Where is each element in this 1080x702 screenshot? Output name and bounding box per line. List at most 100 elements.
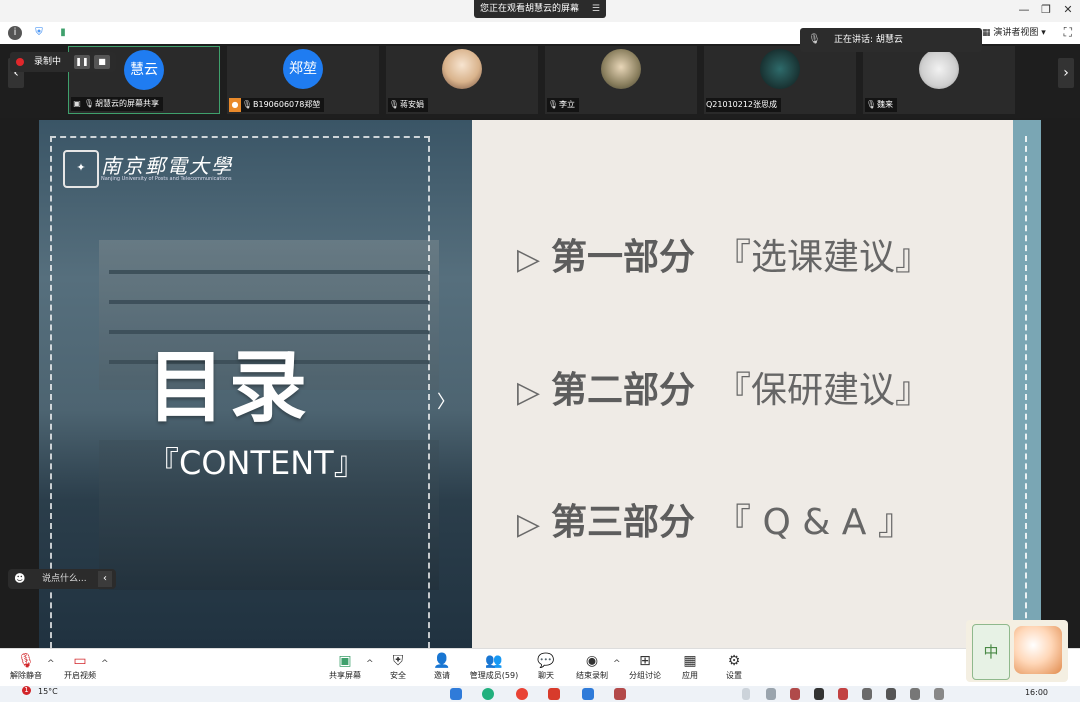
menu-icon[interactable]: ☰: [592, 0, 600, 18]
participant-tile[interactable]: 🎙蒋安娟: [386, 46, 538, 114]
participant-strip: ‹ 慧云 ▣ 🎙胡慧云的屏幕共享 郑堃 ● 🎙B190606078郑堃 🎙蒋安娟 🎙…: [0, 44, 1080, 118]
fullscreen-icon[interactable]: ⛶: [1064, 25, 1072, 40]
signal-icon[interactable]: ▮: [56, 26, 70, 40]
university-seal-icon: ✦: [63, 150, 99, 188]
participant-label: ● 🎙B190606078郑堃: [229, 98, 325, 112]
chevron-up-icon[interactable]: ^: [366, 659, 374, 669]
tray-app-icon[interactable]: [910, 688, 920, 700]
manage-members-button[interactable]: 👥 管理成员(59): [468, 651, 520, 685]
slide-subtitle: 『CONTENT』: [147, 444, 366, 482]
mic-off-icon: 🎙: [547, 100, 559, 109]
browser-icon[interactable]: [482, 688, 494, 700]
invite-button[interactable]: 👤 邀请: [424, 651, 460, 685]
security-button[interactable]: ⛨ 安全: [380, 651, 416, 685]
record-dot-icon: [16, 58, 24, 66]
viewing-banner-text: 您正在观看胡慧云的屏幕: [480, 4, 580, 14]
settings-button[interactable]: ⚙ 设置: [716, 651, 752, 685]
taskbar-clock[interactable]: 16:00: [1025, 688, 1048, 697]
mic-off-icon: 🎙: [17, 653, 35, 669]
university-logo-name: 南京郵電大學: [101, 154, 233, 178]
avatar: 慧云: [124, 50, 164, 90]
chat-button[interactable]: 💬 聊天: [528, 651, 564, 685]
chat-icon: 💬: [537, 653, 555, 669]
window-title-bar: 您正在观看胡慧云的屏幕 ☰ — ❐ ✕: [0, 0, 1080, 22]
university-logo-subtitle: Nanjing University of Posts and Telecomm…: [101, 176, 232, 182]
meeting-app-icon[interactable]: [582, 688, 594, 700]
avatar: [601, 49, 641, 89]
participant-tile[interactable]: Q21010212张思成: [704, 46, 856, 114]
toc-item: ▷ 第一部分 『选课建议』: [517, 233, 931, 283]
stop-record-icon: ◉: [585, 653, 599, 669]
members-icon: 👥: [485, 653, 503, 669]
wps-icon[interactable]: [548, 688, 560, 700]
participant-tile[interactable]: 郑堃 ● 🎙B190606078郑堃: [227, 46, 379, 114]
breakout-icon: ⊞: [639, 653, 651, 669]
mic-off-icon: 🎙: [388, 100, 400, 109]
add-user-icon: 👤: [433, 653, 451, 669]
tray-app-icon[interactable]: [814, 688, 824, 700]
sticker-widget[interactable]: 中: [966, 620, 1068, 682]
close-icon[interactable]: ✕: [1058, 3, 1078, 16]
chevron-left-icon[interactable]: ‹: [98, 571, 112, 587]
share-screen-button[interactable]: ▣ 共享屏幕: [325, 651, 365, 685]
mic-icon: 🎙: [83, 99, 95, 108]
emoji-icon[interactable]: ☻: [14, 569, 25, 589]
speaking-prefix: 正在讲话:: [834, 35, 876, 45]
breakout-button[interactable]: ⊞ 分组讨论: [626, 651, 664, 685]
play-triangle-icon: ▷: [517, 242, 541, 277]
chevron-down-icon: ▾: [1041, 28, 1046, 38]
restore-icon[interactable]: ❐: [1036, 3, 1056, 16]
chat-placeholder: 说点什么...: [42, 574, 87, 584]
participant-tile[interactable]: 🎙李立: [545, 46, 697, 114]
weather-temperature[interactable]: 15°C: [38, 687, 58, 696]
unmute-button[interactable]: 🎙 解除静音: [6, 651, 46, 685]
stop-recording-square-button[interactable]: ■: [94, 55, 110, 69]
chevron-up-icon[interactable]: ^: [47, 659, 55, 669]
windows-taskbar: 1 15°C 16:00: [0, 686, 1080, 702]
chevron-right-icon: 〉: [437, 392, 455, 413]
viewing-banner[interactable]: 您正在观看胡慧云的屏幕 ☰: [474, 0, 606, 18]
chrome-icon[interactable]: [516, 688, 528, 700]
apps-button[interactable]: ▦ 应用: [672, 651, 708, 685]
participant-label: 🎙李立: [547, 98, 579, 112]
stop-recording-button[interactable]: ◉ 结束录制: [572, 651, 612, 685]
windows-start-icon[interactable]: [450, 688, 462, 700]
participant-label: 🎙蒋安娟: [388, 98, 428, 112]
ime-indicator: 中: [972, 624, 1010, 680]
participant-label: ▣ 🎙胡慧云的屏幕共享: [71, 97, 163, 111]
office-icon[interactable]: [614, 688, 626, 700]
view-mode-label: 演讲者视图: [993, 28, 1039, 38]
tray-app-icon[interactable]: [934, 688, 944, 700]
tray-chevron-icon[interactable]: [742, 688, 750, 700]
toc-item: ▷ 第二部分 『保研建议』: [517, 366, 931, 416]
minimize-icon[interactable]: —: [1014, 3, 1034, 16]
shield-icon[interactable]: ⛨: [32, 26, 46, 40]
avatar: 郑堃: [283, 49, 323, 89]
shared-screen: ✦ 南京郵電大學 Nanjing University of Posts and…: [0, 118, 1080, 648]
tray-app-icon[interactable]: [862, 688, 872, 700]
info-icon[interactable]: i: [8, 26, 22, 40]
recording-indicator: 录制中 ❚❚ ■: [10, 52, 116, 72]
tray-app-icon[interactable]: [886, 688, 896, 700]
toc-item: ▷ 第三部分『 Q & A 』: [517, 498, 914, 548]
tray-app-icon[interactable]: [790, 688, 800, 700]
chevron-up-icon[interactable]: ^: [613, 659, 621, 669]
user-icon: ●: [229, 98, 241, 112]
mic-icon: 🎙: [808, 34, 821, 45]
speaking-name: 胡慧云: [875, 35, 903, 45]
chevron-up-icon[interactable]: ^: [101, 659, 109, 669]
chat-input[interactable]: ☻ 说点什么... ‹: [8, 569, 116, 589]
participant-label: Q21010212张思成: [706, 98, 782, 112]
avatar: [760, 49, 800, 89]
video-off-icon: ▭: [73, 653, 87, 669]
pause-recording-button[interactable]: ❚❚: [74, 55, 90, 69]
strip-next-icon[interactable]: ›: [1058, 58, 1074, 88]
view-mode-button[interactable]: ▦ 演讲者视图 ▾: [982, 24, 1052, 42]
meeting-controls: 🎙 解除静音 ^ ▭ 开启视频 ^ ▣ 共享屏幕 ^ ⛨ 安全 👤 邀请 👥 管…: [0, 648, 1080, 687]
slide-title: 目录: [147, 343, 312, 433]
tray-app-icon[interactable]: [838, 688, 848, 700]
shield-icon: ⛨: [392, 653, 404, 669]
start-video-button[interactable]: ▭ 开启视频: [60, 651, 100, 685]
tray-app-icon[interactable]: [766, 688, 776, 700]
participant-tile[interactable]: 🎙魏来: [863, 46, 1015, 114]
